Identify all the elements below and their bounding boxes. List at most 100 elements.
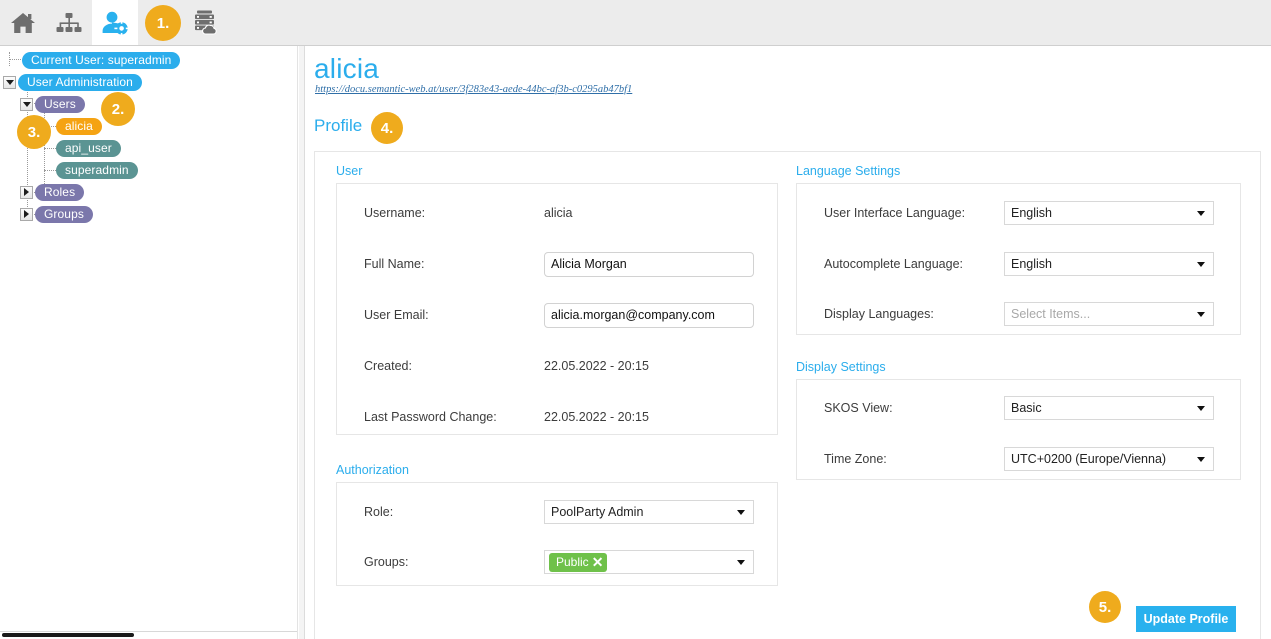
language-settings-section: Language Settings User Interface Languag…: [796, 164, 1241, 335]
username-label: Username:: [364, 206, 426, 220]
sidebar-horizontal-scrollbar[interactable]: [0, 631, 297, 639]
display-languages-row: Display Languages: Select Items...: [824, 302, 1214, 326]
autocomplete-language-select[interactable]: English: [1004, 252, 1214, 276]
tree-item-current-user[interactable]: Current User: superadmin: [22, 51, 181, 69]
authorization-section-box: Role: PoolParty Admin Groups: Public ✕: [336, 482, 778, 586]
tree-item-groups[interactable]: Groups: [20, 205, 93, 223]
last-password-change-label: Last Password Change:: [364, 410, 497, 424]
display-languages-select[interactable]: Select Items...: [1004, 302, 1214, 326]
email-row: User Email:: [364, 302, 754, 328]
user-section-box: Username: alicia Full Name: User Email: …: [336, 183, 778, 435]
tree-item-label: Users: [35, 95, 85, 113]
tree-item-superadmin[interactable]: superadmin: [56, 161, 138, 179]
fullname-input[interactable]: [544, 251, 754, 277]
chevron-down-icon: [737, 560, 745, 565]
chevron-down-icon: [737, 510, 745, 515]
tree-item-users[interactable]: Users: [20, 95, 85, 113]
tree-item-api-user[interactable]: api_user: [56, 139, 121, 157]
fullname-row: Full Name:: [364, 251, 754, 277]
role-select[interactable]: PoolParty Admin: [544, 500, 754, 524]
ui-language-select[interactable]: English: [1004, 201, 1214, 225]
tree-connector: [44, 148, 56, 149]
tree-item-roles[interactable]: Roles: [20, 183, 85, 201]
tree-connector: [9, 59, 21, 60]
tree-item-user-administration[interactable]: User Administration: [3, 73, 142, 91]
role-value: PoolParty Admin: [551, 505, 644, 519]
created-label: Created:: [364, 359, 412, 373]
email-label: User Email:: [364, 308, 429, 322]
tree-item-label: api_user: [56, 139, 121, 157]
email-input[interactable]: [544, 302, 754, 328]
created-row: Created: 22.05.2022 - 20:15: [364, 354, 649, 378]
display-settings-box: SKOS View: Basic Time Zone: UTC+0200 (Eu…: [796, 379, 1241, 480]
tree-toggle-users[interactable]: [20, 97, 33, 111]
authorization-section-label: Authorization: [336, 463, 409, 477]
timezone-select[interactable]: UTC+0200 (Europe/Vienna): [1004, 447, 1214, 471]
panel-splitter[interactable]: [299, 46, 305, 639]
language-settings-label: Language Settings: [796, 164, 901, 178]
tree-item-label: User Administration: [18, 73, 142, 91]
display-settings-section: Display Settings SKOS View: Basic Time Z…: [796, 360, 1241, 480]
ui-language-value: English: [1011, 206, 1052, 220]
update-profile-button[interactable]: Update Profile: [1136, 606, 1236, 632]
chevron-down-icon: [1197, 211, 1205, 216]
autocomplete-language-label: Autocomplete Language:: [824, 257, 963, 271]
tree-item-alicia[interactable]: alicia: [56, 117, 102, 135]
tree-toggle-user-administration[interactable]: [3, 75, 16, 89]
groups-select[interactable]: Public ✕: [544, 550, 754, 574]
annotation-marker-1: 1.: [145, 5, 181, 41]
username-row: Username: alicia: [364, 201, 573, 225]
display-languages-label: Display Languages:: [824, 307, 934, 321]
last-password-change-value: 22.05.2022 - 20:15: [544, 410, 649, 424]
user-uri-link[interactable]: https://docu.semantic-web.at/user/3f283e…: [315, 84, 632, 95]
remove-chip-icon[interactable]: ✕: [592, 555, 604, 569]
toolbar-projects-button[interactable]: [46, 0, 92, 45]
chevron-down-icon: [1197, 406, 1205, 411]
profile-card: User Username: alicia Full Name: User Em…: [314, 151, 1261, 639]
top-toolbar: [0, 0, 1271, 46]
tree-item-label: alicia: [56, 117, 102, 135]
ui-language-row: User Interface Language: English: [824, 201, 1214, 225]
groups-label: Groups:: [364, 555, 409, 569]
toolbar-home-button[interactable]: [0, 0, 46, 45]
username-value: alicia: [544, 206, 573, 220]
groups-row: Groups: Public ✕: [364, 550, 754, 574]
autocomplete-language-value: English: [1011, 257, 1052, 271]
annotation-marker-3: 3.: [17, 115, 51, 149]
chevron-down-icon: [1197, 262, 1205, 267]
fullname-label: Full Name:: [364, 257, 425, 271]
group-chip-public[interactable]: Public ✕: [549, 552, 608, 572]
annotation-marker-4: 4.: [371, 112, 403, 144]
server-cloud-icon: [193, 10, 221, 36]
language-settings-box: User Interface Language: English Autocom…: [796, 183, 1241, 335]
display-settings-label: Display Settings: [796, 360, 886, 374]
skos-view-select[interactable]: Basic: [1004, 396, 1214, 420]
autocomplete-language-row: Autocomplete Language: English: [824, 252, 1214, 276]
group-chip-label: Public: [556, 554, 589, 569]
timezone-label: Time Zone:: [824, 452, 887, 466]
skos-view-label: SKOS View:: [824, 401, 893, 415]
tree-item-label: superadmin: [56, 161, 138, 179]
sidebar-scrollbar-thumb[interactable]: [2, 633, 134, 637]
home-icon: [10, 11, 36, 35]
profile-heading: Profile: [314, 116, 363, 135]
tree-item-label: Roles: [35, 183, 85, 201]
profile-content: alicia https://docu.semantic-web.at/user…: [306, 46, 1271, 639]
toolbar-server-button[interactable]: [184, 0, 230, 45]
ui-language-label: User Interface Language:: [824, 206, 966, 220]
tree-item-label: Current User: superadmin: [22, 51, 181, 69]
toolbar-user-administration-button[interactable]: [92, 0, 138, 45]
role-label: Role:: [364, 505, 394, 519]
role-row: Role: PoolParty Admin: [364, 500, 754, 524]
page-title: alicia: [314, 53, 380, 84]
timezone-value: UTC+0200 (Europe/Vienna): [1011, 452, 1167, 466]
skos-view-value: Basic: [1011, 401, 1042, 415]
annotation-marker-5: 5.: [1089, 591, 1121, 623]
user-section-label: User: [336, 164, 363, 178]
tree-toggle-groups[interactable]: [20, 207, 33, 221]
tree-toggle-roles[interactable]: [20, 185, 33, 199]
user-settings-icon: [102, 11, 129, 35]
display-languages-placeholder: Select Items...: [1011, 307, 1091, 321]
created-value: 22.05.2022 - 20:15: [544, 359, 649, 373]
skos-view-row: SKOS View: Basic: [824, 396, 1214, 420]
